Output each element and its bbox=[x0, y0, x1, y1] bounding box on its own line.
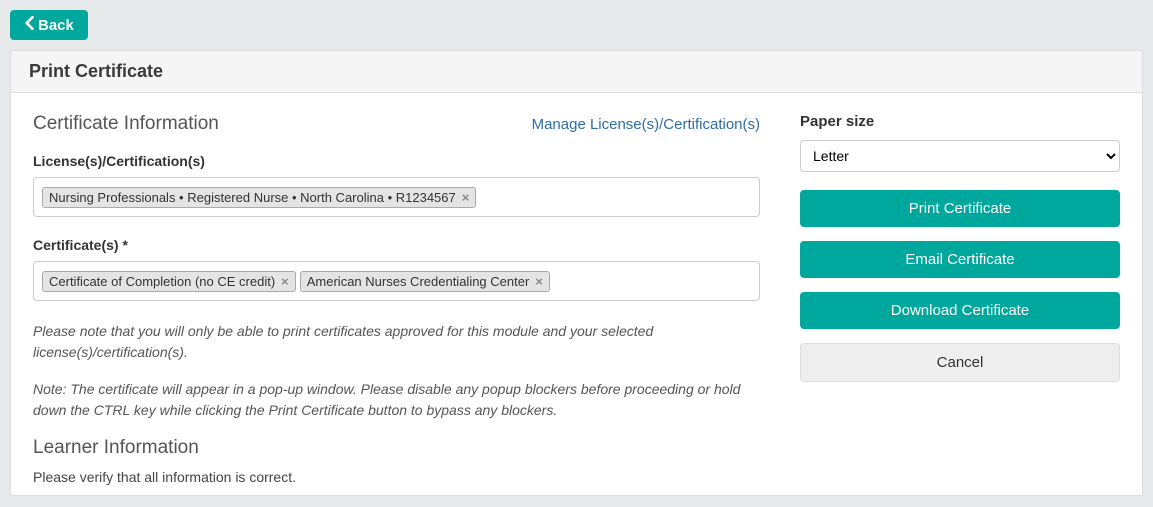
panel-title: Print Certificate bbox=[29, 61, 1124, 82]
print-certificate-panel: Print Certificate Certificate Informatio… bbox=[10, 50, 1143, 496]
download-certificate-button[interactable]: Download Certificate bbox=[800, 292, 1120, 329]
license-tag-text: Nursing Professionals • Registered Nurse… bbox=[49, 190, 456, 205]
cancel-button[interactable]: Cancel bbox=[800, 343, 1120, 382]
chevron-left-icon bbox=[24, 16, 38, 34]
left-column: Certificate Information Manage License(s… bbox=[33, 113, 800, 485]
manage-license-link[interactable]: Manage License(s)/Certification(s) bbox=[532, 116, 760, 133]
panel-header: Print Certificate bbox=[11, 51, 1142, 93]
paper-size-select[interactable]: Letter bbox=[800, 140, 1120, 172]
right-column: Paper size Letter Print Certificate Emai… bbox=[800, 113, 1120, 485]
remove-tag-icon[interactable]: × bbox=[535, 274, 543, 289]
learner-verify-text: Please verify that all information is co… bbox=[33, 469, 760, 485]
certificate-tag-text: Certificate of Completion (no CE credit) bbox=[49, 274, 275, 289]
back-button-label: Back bbox=[38, 17, 74, 34]
paper-size-label: Paper size bbox=[800, 113, 1120, 130]
note-approved: Please note that you will only be able t… bbox=[33, 321, 760, 363]
note-popup: Note: The certificate will appear in a p… bbox=[33, 379, 760, 421]
certificate-tag: American Nurses Credentialing Center × bbox=[300, 271, 550, 292]
license-tag: Nursing Professionals • Registered Nurse… bbox=[42, 187, 476, 208]
email-certificate-button[interactable]: Email Certificate bbox=[800, 241, 1120, 278]
license-label: License(s)/Certification(s) bbox=[33, 153, 760, 169]
certificate-tag-input[interactable]: Certificate of Completion (no CE credit)… bbox=[33, 261, 760, 301]
certificate-tag: Certificate of Completion (no CE credit)… bbox=[42, 271, 296, 292]
certificate-tag-text: American Nurses Credentialing Center bbox=[307, 274, 530, 289]
license-tag-input[interactable]: Nursing Professionals • Registered Nurse… bbox=[33, 177, 760, 217]
remove-tag-icon[interactable]: × bbox=[462, 190, 470, 205]
certificate-info-title: Certificate Information bbox=[33, 113, 219, 135]
certificate-label: Certificate(s) * bbox=[33, 237, 760, 253]
learner-info-title: Learner Information bbox=[33, 437, 760, 459]
remove-tag-icon[interactable]: × bbox=[281, 274, 289, 289]
back-button[interactable]: Back bbox=[10, 10, 88, 40]
print-certificate-button[interactable]: Print Certificate bbox=[800, 190, 1120, 227]
